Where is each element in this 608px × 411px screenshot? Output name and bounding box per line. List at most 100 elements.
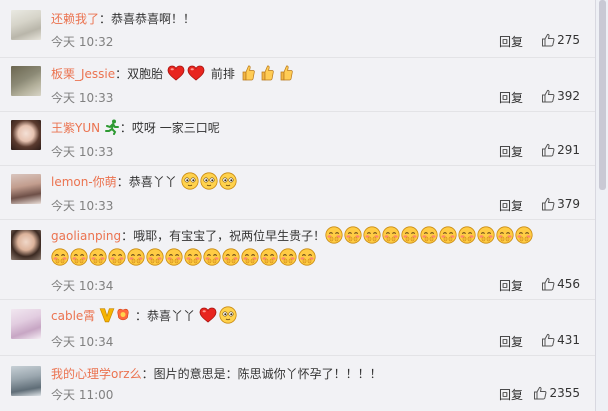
like-button[interactable]: 456 [541, 277, 580, 291]
comment-text: ：哦耶，有宝宝了，祝两位早生贵子！ [121, 229, 326, 243]
shy-face-emoji [146, 248, 164, 266]
reply-button[interactable]: 回复 [499, 33, 523, 50]
username-link[interactable]: 我的心理学orz么 [51, 367, 142, 381]
comment-item: 还赖我了：恭喜恭喜啊！！ 今天 10:32 回复 275 [0, 0, 595, 58]
reply-button[interactable]: 回复 [499, 277, 523, 294]
username-link[interactable]: gaolianping [51, 229, 121, 243]
shy-face-emoji [219, 172, 237, 190]
comment-text: ：哎呀 一家三口呢 [119, 121, 220, 135]
comment-time: 今天 10:32 [51, 35, 114, 49]
thumbs-up-icon [541, 143, 555, 157]
comment-text-extra: 前排 [210, 67, 235, 81]
avatar[interactable] [11, 120, 41, 150]
comment-time: 今天 10:33 [51, 199, 114, 213]
like-count: 291 [557, 143, 580, 157]
heart-emoji [199, 307, 217, 323]
avatar[interactable] [11, 174, 41, 204]
shy-face-emoji [477, 226, 495, 244]
shy-face-emoji [439, 226, 457, 244]
like-count: 431 [557, 333, 580, 347]
shy-face-emoji [108, 248, 126, 266]
shy-face-emoji [260, 248, 278, 266]
comment-item: lemon-你萌：恭喜丫丫 今天 10:33 回复 379 [0, 166, 595, 220]
shy-face-emoji [279, 248, 297, 266]
comment-item: 板栗_Jessie：双胞胎 前排 今天 10:33 回复 392 [0, 58, 595, 112]
emoji-group [325, 229, 534, 243]
like-count: 456 [557, 277, 580, 291]
avatar[interactable] [11, 66, 41, 96]
like-button[interactable]: 2355 [533, 386, 580, 400]
shy-face-emoji [70, 248, 88, 266]
comment-time: 今天 10:33 [51, 91, 114, 105]
shy-face-emoji [363, 226, 381, 244]
thumbs-up-icon [541, 277, 555, 291]
thumbs-up-icon [533, 386, 547, 400]
vip-icon [99, 307, 115, 323]
thumbs-up-icon [541, 333, 555, 347]
thumbs-up-icon [541, 89, 555, 103]
badge-icon [115, 307, 131, 323]
comment-text: ：恭喜丫丫 [134, 309, 195, 323]
thumbs-up-icon [541, 197, 555, 211]
username-link[interactable]: 板栗_Jessie [51, 67, 115, 81]
scrollbar-thumb[interactable] [599, 0, 606, 190]
shy-face-emoji [51, 248, 69, 266]
reply-button[interactable]: 回复 [499, 333, 523, 350]
shy-face-emoji [401, 226, 419, 244]
like-count: 392 [557, 89, 580, 103]
username-link[interactable]: 王紫YUN [51, 121, 100, 135]
shy-face-emoji [184, 248, 202, 266]
reply-button[interactable]: 回复 [499, 143, 523, 160]
comment-text: ：双胞胎 [115, 67, 164, 81]
comment-item: 我的心理学orz么：图片的意思是：陈思诚你丫怀孕了！！！！ 今天 11:00 回… [0, 356, 595, 411]
heart-emoji [187, 65, 205, 81]
like-button[interactable]: 379 [541, 197, 580, 211]
avatar[interactable] [11, 230, 41, 260]
reply-button[interactable]: 回复 [499, 197, 523, 214]
username-link[interactable]: cable霄 [51, 309, 95, 323]
comment-time: 今天 10:34 [51, 279, 114, 293]
heart-emoji [167, 65, 185, 81]
thumbs-emoji [277, 64, 295, 82]
shy-face-emoji [382, 226, 400, 244]
comment-text: ：图片的意思是：陈思诚你丫怀孕了！！！！ [141, 367, 382, 381]
comment-item: cable霄 ：恭喜丫丫 今天 10:34 回复 431 [0, 300, 595, 356]
like-count: 379 [557, 197, 580, 211]
like-button[interactable]: 275 [541, 33, 580, 47]
username-link[interactable]: lemon-你萌 [51, 175, 117, 189]
like-button[interactable]: 392 [541, 89, 580, 103]
comment-text: ：恭喜恭喜啊！！ [99, 12, 196, 26]
username-link[interactable]: 还赖我了 [51, 12, 99, 26]
like-button[interactable]: 431 [541, 333, 580, 347]
reply-button[interactable]: 回复 [499, 386, 523, 403]
emoji-group [51, 248, 585, 268]
avatar[interactable] [11, 366, 41, 396]
shy-face-emoji [325, 226, 343, 244]
shy-face-emoji [203, 248, 221, 266]
thumbs-up-icon [541, 33, 555, 47]
shy-face-emoji [458, 226, 476, 244]
scrollbar[interactable] [595, 0, 608, 411]
thumbs-emoji [239, 64, 257, 82]
reply-button[interactable]: 回复 [499, 89, 523, 106]
like-count: 275 [557, 33, 580, 47]
shy-face-emoji [515, 226, 533, 244]
comment-item: gaolianping：哦耶，有宝宝了，祝两位早生贵子！ 今天 10:34 回复… [0, 220, 595, 300]
comment-text: ：恭喜丫丫 [116, 175, 177, 189]
comment-time: 今天 10:34 [51, 335, 114, 349]
running-icon [104, 119, 120, 135]
comment-time: 今天 10:33 [51, 145, 114, 159]
comment-time: 今天 11:00 [51, 388, 114, 402]
shy-face-emoji [420, 226, 438, 244]
comment-list: 还赖我了：恭喜恭喜啊！！ 今天 10:32 回复 275 板栗_Jessie：双… [0, 0, 595, 411]
shy-face-emoji [200, 172, 218, 190]
shy-face-emoji [298, 248, 316, 266]
shy-face-emoji [496, 226, 514, 244]
avatar[interactable] [11, 10, 41, 40]
avatar[interactable] [11, 309, 41, 339]
shy-face-emoji [344, 226, 362, 244]
shy-face-emoji [89, 248, 107, 266]
like-button[interactable]: 291 [541, 143, 580, 157]
shy-face-emoji [241, 248, 259, 266]
shy-face-emoji [222, 248, 240, 266]
